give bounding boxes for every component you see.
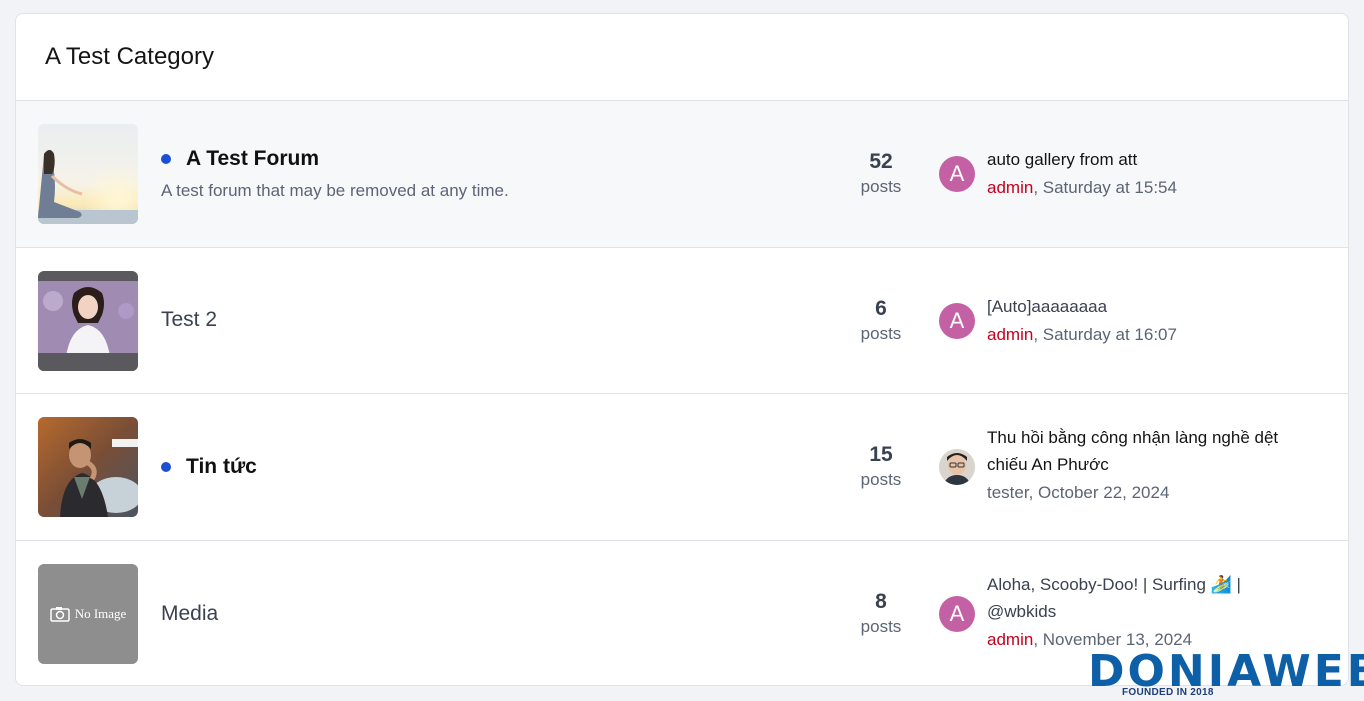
no-image-label: No Image	[74, 605, 127, 621]
post-count-label: posts	[860, 617, 902, 637]
latest-post-time[interactable]: , Saturday at 16:07	[1033, 325, 1177, 344]
forum-stats: 6 posts	[836, 248, 926, 394]
forum-info: Tin tức	[161, 394, 257, 540]
post-count-label: posts	[860, 323, 902, 343]
latest-post-title[interactable]: auto gallery from att	[987, 146, 1317, 173]
latest-post-meta: admin, Saturday at 15:54	[987, 173, 1317, 203]
camera-icon	[49, 606, 70, 622]
forum-title-line: A Test Forum	[161, 147, 509, 171]
post-count-label: posts	[860, 470, 902, 490]
post-count: 52	[869, 150, 893, 174]
forum-row-tin-tuc: Tin tức 15 posts Thu hồi bằng công nhận …	[16, 394, 1348, 541]
forum-title[interactable]: A Test Forum	[186, 147, 319, 171]
forum-info: Test 2	[161, 248, 217, 394]
forum-title[interactable]: Tin tức	[186, 455, 257, 479]
forum-title-line: Tin tức	[161, 455, 257, 479]
latest-post-user[interactable]: admin	[987, 178, 1033, 197]
forum-category-card: A Test Category A Test Forum A test foru…	[15, 13, 1349, 686]
latest-post: [Auto]aaaaaaaa admin, Saturday at 16:07	[987, 293, 1317, 350]
avatar[interactable]: A	[939, 595, 975, 632]
latest-post-user[interactable]: admin	[987, 630, 1033, 649]
forum-row-test-2: Test 2 6 posts A [Auto]aaaaaaaa admin, S…	[16, 248, 1348, 394]
latest-post-time[interactable]: , October 22, 2024	[1029, 483, 1170, 502]
forum-stats: 15 posts	[836, 394, 926, 540]
latest-post: Aloha, Scooby-Doo! | Surfing 🏄 | @wbkids…	[987, 571, 1317, 655]
latest-post-title[interactable]: Aloha, Scooby-Doo! | Surfing 🏄 | @wbkids	[987, 571, 1287, 625]
latest-post-user[interactable]: tester	[987, 483, 1029, 502]
category-header: A Test Category	[16, 14, 1348, 101]
portrait-image-icon	[38, 270, 138, 371]
forum-thumbnail[interactable]	[38, 124, 138, 224]
latest-post: auto gallery from att admin, Saturday at…	[987, 146, 1317, 203]
meditation-image-icon	[38, 124, 138, 224]
forum-title-line: Media	[161, 602, 218, 626]
latest-post-time[interactable]: , Saturday at 15:54	[1033, 178, 1177, 197]
forum-stats: 52 posts	[836, 101, 926, 247]
post-count: 6	[875, 296, 887, 320]
latest-post-user[interactable]: admin	[987, 325, 1033, 344]
latest-post-title[interactable]: Thu hồi bằng công nhận làng nghề dệt chi…	[987, 424, 1317, 478]
unread-indicator	[161, 153, 171, 164]
forum-thumbnail[interactable]	[38, 270, 138, 371]
forum-info: Media	[161, 541, 218, 686]
forum-info: A Test Forum A test forum that may be re…	[161, 101, 509, 247]
latest-post-title[interactable]: [Auto]aaaaaaaa	[987, 293, 1317, 320]
post-count: 8	[875, 590, 887, 614]
watermark-tagline: FOUNDED IN 2018	[1122, 687, 1214, 698]
forum-title-line: Test 2	[161, 308, 217, 332]
news-image-icon	[38, 417, 138, 517]
user-photo-icon	[939, 449, 975, 485]
forum-thumbnail[interactable]	[38, 417, 138, 517]
unread-indicator	[161, 461, 171, 472]
category-title[interactable]: A Test Category	[45, 43, 214, 71]
forum-stats: 8 posts	[836, 541, 926, 686]
latest-post: Thu hồi bằng công nhận làng nghề dệt chi…	[987, 424, 1317, 508]
forum-title[interactable]: Test 2	[161, 308, 217, 332]
forum-description: A test forum that may be removed at any …	[161, 180, 509, 200]
latest-post-meta: tester, October 22, 2024	[987, 478, 1317, 508]
doniaweb-watermark: DONIAWEB FOUNDED IN 2018	[1088, 650, 1364, 700]
latest-post-meta: admin, Saturday at 16:07	[987, 320, 1317, 350]
forum-row-a-test-forum: A Test Forum A test forum that may be re…	[16, 101, 1348, 248]
avatar[interactable]: A	[939, 156, 975, 192]
avatar[interactable]: A	[939, 302, 975, 339]
forum-title[interactable]: Media	[161, 602, 218, 626]
avatar[interactable]	[939, 449, 975, 485]
forum-thumbnail[interactable]: No Image	[38, 563, 138, 664]
post-count: 15	[869, 443, 893, 467]
post-count-label: posts	[860, 177, 902, 197]
